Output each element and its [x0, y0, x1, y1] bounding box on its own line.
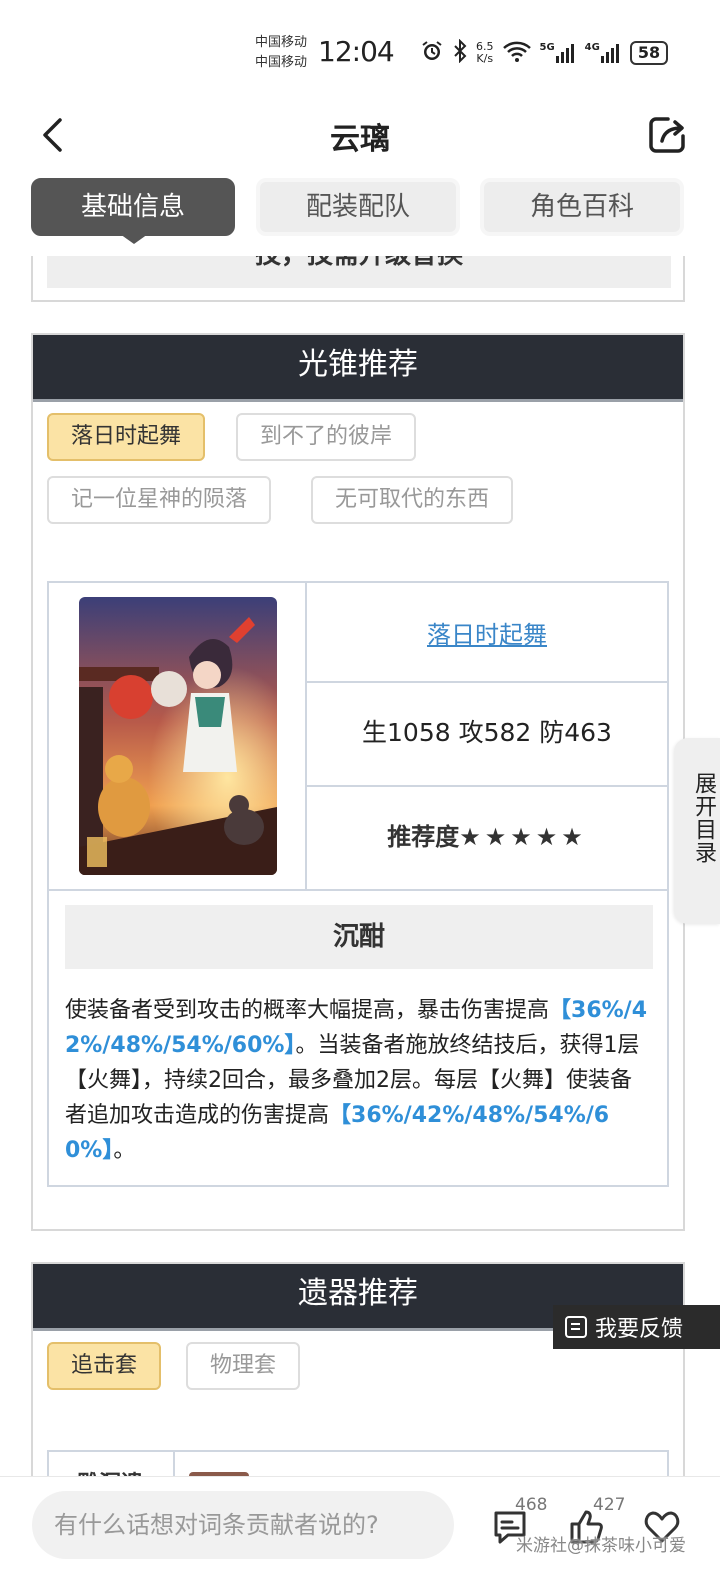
light-cone-recommendation: 推荐度★★★★★: [307, 787, 667, 889]
light-cone-detail-table: 落日时起舞 生1058 攻582 防463 推荐度★★★★★ 沉酣 使装备者受到…: [47, 581, 669, 1187]
tab-basic-info[interactable]: 基础信息: [31, 178, 235, 236]
active-tab-indicator: [120, 234, 148, 244]
battery-icon: 58: [629, 41, 669, 65]
light-cone-header: 光锥推荐: [33, 335, 683, 402]
light-cone-name-link[interactable]: 落日时起舞: [427, 615, 547, 650]
light-cone-chip-3[interactable]: 记一位星神的陨落: [47, 476, 272, 524]
status-bar: 中国移动 中国移动 12:04 6.5 K/s 5G 4G 58: [0, 0, 720, 100]
skill-name: 沉酣: [65, 905, 653, 969]
bluetooth-icon: [452, 38, 468, 68]
tab-build-team[interactable]: 配装配队: [256, 178, 460, 236]
tab-encyclopedia[interactable]: 角色百科: [480, 178, 684, 236]
light-cone-artwork[interactable]: [79, 597, 277, 875]
relic-chip-1[interactable]: 追击套: [47, 1342, 162, 1390]
light-cone-chip-1[interactable]: 落日时起舞: [47, 413, 206, 461]
recommend-label: 推荐度: [387, 823, 460, 851]
page-title: 云璃: [330, 122, 390, 157]
comment-input[interactable]: [32, 1491, 454, 1559]
status-time: 12:04: [318, 35, 395, 68]
light-cone-chip-4[interactable]: 无可取代的东西: [311, 476, 514, 524]
relic-chip-2[interactable]: 物理套: [186, 1342, 301, 1390]
light-cone-chip-2[interactable]: 到不了的彼岸: [236, 413, 417, 461]
light-cone-stats: 生1058 攻582 防463: [307, 683, 667, 787]
share-icon[interactable]: [646, 114, 688, 156]
signal-4g-icon: 4G: [585, 42, 622, 64]
watermark: 米游社@抹茶味小可爱: [516, 1536, 686, 1556]
signal-5g-icon: 5G: [540, 42, 577, 64]
previous-section-box: 技，技需升级替换: [47, 256, 671, 288]
light-cone-image-cell: [49, 583, 307, 889]
light-cone-section: 光锥推荐 落日时起舞 到不了的彼岸 记一位星神的陨落 无可取代的东西 落日时起舞…: [31, 333, 685, 1231]
network-speed: 6.5 K/s: [476, 40, 494, 65]
light-cone-name-cell: 落日时起舞: [307, 583, 667, 683]
comment-count: 468: [515, 1495, 548, 1515]
feedback-label: 我要反馈: [595, 1317, 684, 1342]
alarm-icon: [420, 39, 444, 68]
skill-description: 使装备者受到攻击的概率大幅提高，暴击伤害提高【36%/42%/48%/54%/6…: [65, 998, 648, 1163]
feedback-button[interactable]: 我要反馈: [553, 1305, 720, 1349]
feedback-icon: [565, 1316, 587, 1338]
carrier-label: 中国移动 中国移动: [255, 35, 308, 70]
status-icons: 6.5 K/s 5G 4G 58: [420, 38, 669, 68]
recommend-stars: ★★★★★: [459, 823, 587, 851]
previous-section-text: 技，技需升级替换: [47, 256, 671, 271]
previous-section-card: 技，技需升级替换: [31, 256, 685, 302]
wifi-icon: [502, 39, 532, 68]
light-cone-skill-area: 沉酣 使装备者受到攻击的概率大幅提高，暴击伤害提高【36%/42%/48%/54…: [49, 889, 667, 1163]
top-nav: 云璃: [0, 100, 720, 170]
bottom-bar: 468 427 米游社@抹茶味小可爱: [0, 1476, 720, 1585]
like-count: 427: [593, 1495, 626, 1515]
expand-toc-button[interactable]: 展开目录: [674, 738, 720, 924]
